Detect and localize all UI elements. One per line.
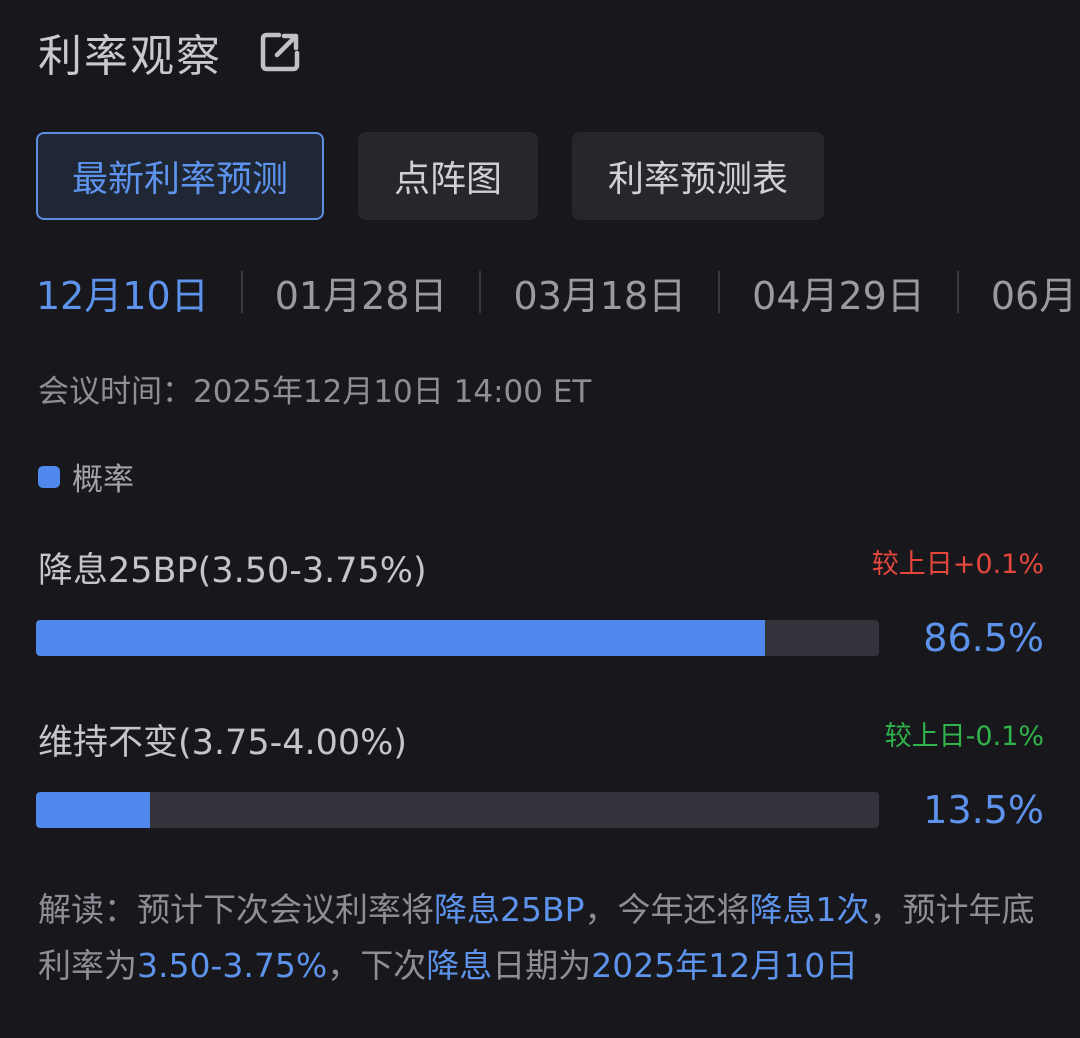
legend-swatch [38,465,60,488]
meeting-date-selector: 12月10日 01月28日 03月18日 04月29日 06月 [36,262,1080,322]
tab-dot-plot[interactable]: 点阵图 [358,132,539,220]
date-tab-2[interactable]: 01月28日 [275,265,448,320]
interp-seg: ，今年还将 [584,890,750,929]
outcome-change: 较上日-0.1% [884,721,1044,752]
page-title: 利率观察 [38,31,222,82]
outcome-change: 较上日+0.1% [871,549,1044,580]
outcome-percent: 86.5% [923,616,1044,660]
interp-highlight: 降息 [426,946,493,985]
outcome-percent: 13.5% [923,788,1044,832]
date-tab-1[interactable]: 12月10日 [36,265,209,320]
meeting-time: 会议时间：2025年12月10日 14:00 ET [38,366,591,411]
rate-watch-panel: 利率观察 最新利率预测 点阵图 利率预测表 12月10日 01月28日 03月1… [0,0,1080,1038]
interp-seg: 日期为 [492,946,592,985]
tab-bar: 最新利率预测 点阵图 利率预测表 [36,132,825,220]
outcome-label: 降息25BP(3.50-3.75%) [38,551,427,591]
external-link-icon[interactable] [256,28,304,76]
legend: 概率 [38,454,134,499]
outcome-label: 维持不变(3.75-4.00%) [38,723,408,763]
probability-bar-track [36,792,879,828]
interp-prefix: 解读： [38,890,137,929]
meeting-time-label: 会议时间： [38,374,193,410]
date-divider [240,271,243,313]
header: 利率观察 [38,22,304,82]
interpretation-text: 解读：预计下次会议利率将降息25BP，今年还将降息1次，预计年底利率为3.50-… [38,882,1048,994]
date-tab-4[interactable]: 04月29日 [752,265,925,320]
tab-latest-rate-forecast[interactable]: 最新利率预测 [36,132,325,220]
interp-highlight: 3.50-3.75% [137,946,328,985]
date-divider [956,271,959,313]
interp-highlight: 2025年12月10日 [591,946,859,985]
meeting-time-value: 2025年12月10日 14:00 ET [193,374,592,410]
date-divider [479,271,482,313]
probability-bar-fill [36,620,766,656]
probability-bar-track [36,620,879,656]
date-tab-5[interactable]: 06月 [991,265,1077,320]
legend-label: 概率 [72,462,134,498]
interp-highlight: 降息1次 [749,890,870,929]
tab-rate-forecast-table[interactable]: 利率预测表 [572,132,825,220]
interp-highlight: 降息25BP [434,890,585,929]
date-tab-3[interactable]: 03月18日 [513,265,686,320]
interp-seg: 预计下次会议利率将 [137,890,434,929]
interp-seg: ，下次 [327,946,427,985]
date-divider [718,271,721,313]
probability-bar-fill [36,792,150,828]
